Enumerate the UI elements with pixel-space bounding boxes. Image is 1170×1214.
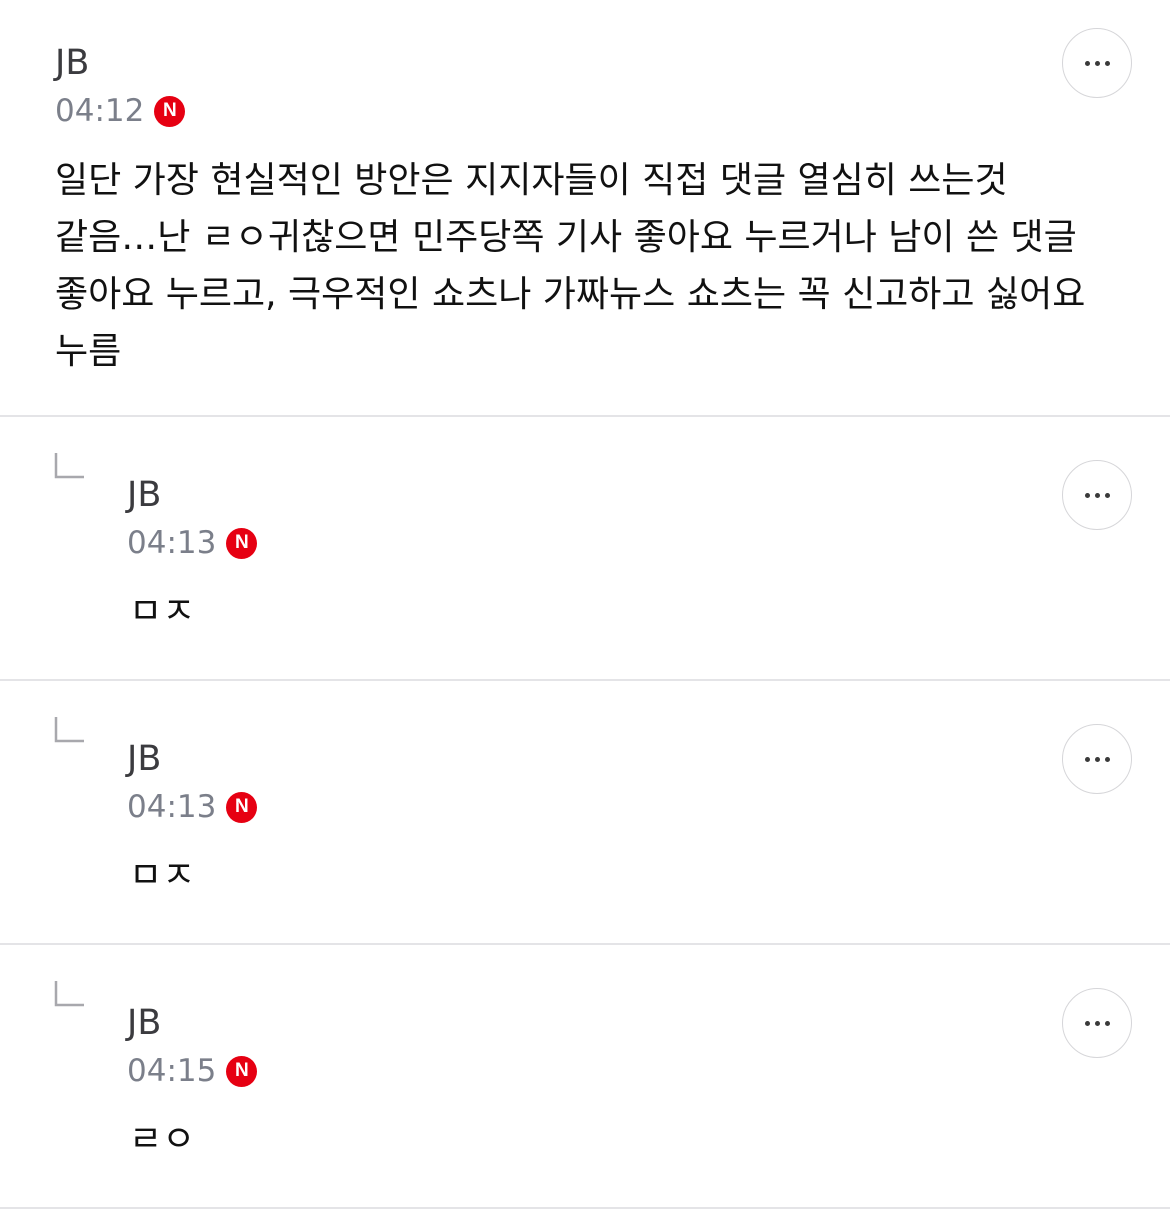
new-badge-icon: N [226, 527, 258, 559]
reply-time: 04:13 [127, 789, 217, 825]
reply-item: JB 04:13 N ㅁㅈ [0, 681, 1170, 944]
more-horizontal-icon [1084, 60, 1110, 66]
new-badge-icon: N [226, 1055, 258, 1087]
comment-item: JB 04:12 N 일단 가장 현실적인 방안은 지지자들이 직접 댓글 열심… [0, 0, 1170, 416]
divider [0, 1207, 1170, 1209]
reply-meta: 04:15 N [127, 1051, 258, 1091]
new-badge-icon: N [226, 791, 258, 823]
more-options-button[interactable] [1062, 28, 1132, 98]
reply-item: JB 04:13 N ㅁㅈ [0, 417, 1170, 680]
more-options-button[interactable] [1062, 724, 1132, 794]
reply-time: 04:13 [127, 525, 217, 561]
reply-time: 04:15 [127, 1053, 217, 1089]
reply-arrow-icon [54, 453, 84, 479]
reply-text: ㅁㅈ [129, 855, 196, 896]
reply-author[interactable]: JB [127, 475, 161, 515]
comment-time: 04:12 [55, 93, 145, 129]
more-horizontal-icon [1084, 1020, 1110, 1026]
comment-author[interactable]: JB [55, 43, 89, 83]
more-horizontal-icon [1084, 756, 1110, 762]
more-options-button[interactable] [1062, 460, 1132, 530]
reply-arrow-icon [54, 717, 84, 743]
reply-meta: 04:13 N [127, 787, 258, 827]
comment-text: 일단 가장 현실적인 방안은 지지자들이 직접 댓글 열심히 쓰는것 같음…난 … [55, 160, 1086, 372]
reply-text: ㄹㅇ [129, 1119, 196, 1160]
reply-author[interactable]: JB [127, 1003, 161, 1043]
reply-arrow-icon [54, 981, 84, 1007]
reply-text: ㅁㅈ [129, 591, 196, 632]
more-options-button[interactable] [1062, 988, 1132, 1058]
reply-meta: 04:13 N [127, 523, 258, 563]
reply-author[interactable]: JB [127, 739, 161, 779]
more-horizontal-icon [1084, 492, 1110, 498]
comment-meta: 04:12 N [55, 91, 186, 131]
new-badge-icon: N [154, 95, 186, 127]
reply-item: JB 04:15 N ㄹㅇ [0, 945, 1170, 1208]
